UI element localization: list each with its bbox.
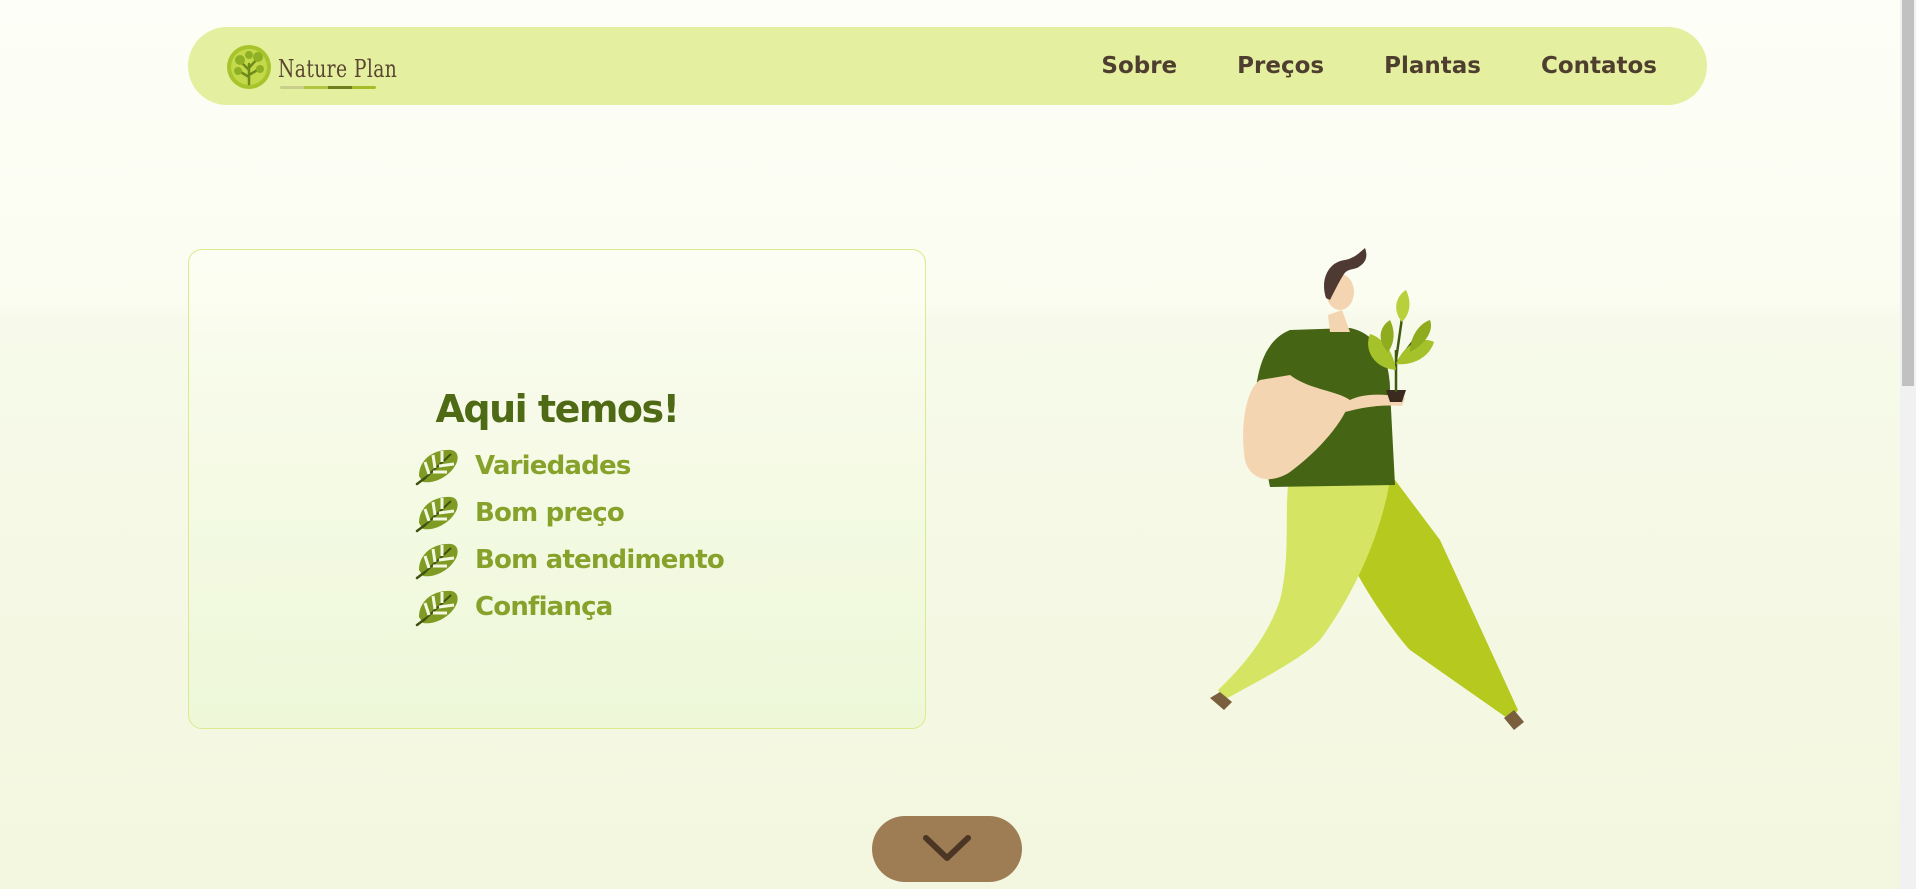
navbar: Nature Plan Sobre Preços Plantas Contato… — [188, 27, 1707, 105]
feature-confianca: Confiança — [475, 591, 613, 622]
scroll-down-button[interactable] — [872, 816, 1022, 882]
list-item: Bom preço — [415, 489, 724, 536]
tree-logo-icon — [227, 45, 271, 89]
list-item: Confiança — [415, 583, 724, 630]
monstera-leaf-icon — [415, 590, 458, 626]
nav-link-sobre[interactable]: Sobre — [1101, 53, 1177, 79]
features-card: Aqui temos! Variedades Bom preço Bom ate… — [188, 249, 926, 729]
list-item: Bom atendimento — [415, 536, 725, 583]
page: Nature Plan Sobre Preços Plantas Contato… — [0, 0, 1900, 889]
logo[interactable]: Nature Plan — [226, 42, 431, 92]
feature-variedades: Variedades — [475, 450, 631, 481]
man-holding-plant-illustration — [1210, 248, 1524, 730]
logo-underline — [280, 86, 376, 89]
logo-text: Nature Plan — [278, 55, 398, 83]
main-nav: Sobre Preços Plantas Contatos — [1101, 27, 1657, 105]
nav-link-precos[interactable]: Preços — [1237, 53, 1324, 79]
scrollbar-thumb[interactable] — [1902, 0, 1914, 386]
monstera-leaf-icon — [415, 543, 458, 579]
feature-bom-atendimento: Bom atendimento — [475, 544, 725, 575]
card-title: Aqui temos! — [435, 386, 680, 431]
nav-link-plantas[interactable]: Plantas — [1384, 53, 1481, 79]
monstera-leaf-icon — [415, 449, 458, 485]
list-item: Variedades — [415, 442, 724, 489]
chevron-down-icon — [923, 835, 971, 861]
feature-list: Variedades Bom preço Bom atendimento Con… — [415, 442, 725, 630]
nav-link-contatos[interactable]: Contatos — [1541, 53, 1657, 79]
monstera-leaf-icon — [415, 496, 458, 532]
feature-bom-preco: Bom preço — [475, 497, 625, 528]
